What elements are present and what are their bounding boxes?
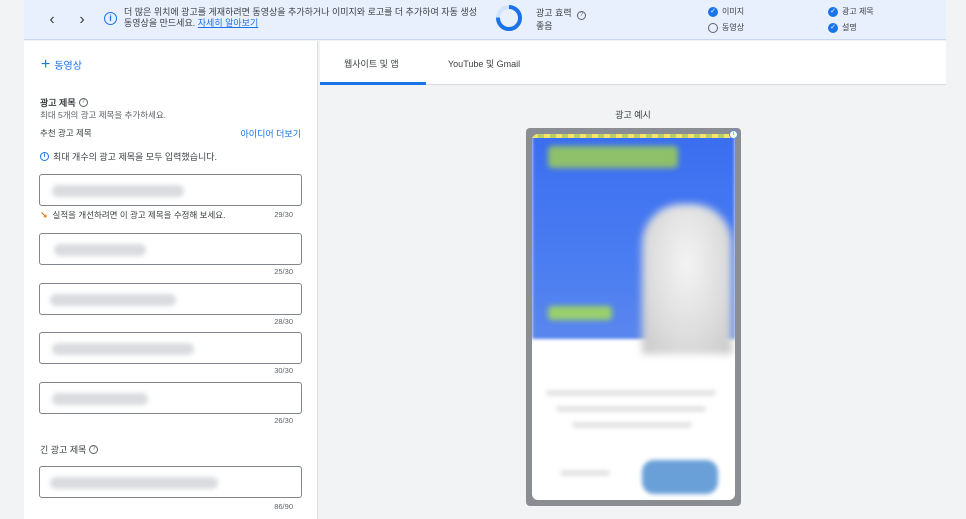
- recommended-headlines-label: 추천 광고 제목: [40, 128, 92, 138]
- help-icon[interactable]: ?: [78, 98, 88, 107]
- long-headline-value: [50, 477, 218, 489]
- ad-preview-label: 광고 예시: [615, 110, 651, 120]
- headlines-hint: 최대 5개의 광고 제목을 추가하세요.: [40, 110, 167, 120]
- banner-text: 더 많은 위치에 광고를 게재하려면 동영상을 추가하거나 이미지와 로고를 더…: [124, 7, 477, 28]
- long-headline-title: 긴 광고 제목 ?: [40, 443, 99, 456]
- active-tab-indicator: [320, 82, 426, 85]
- headline-value: [50, 294, 176, 306]
- ad-text-line: [560, 470, 610, 476]
- ad-hero-subline: [548, 306, 612, 320]
- learn-more-link[interactable]: 자세히 알아보기: [198, 18, 258, 28]
- ad-hero-stripe: [532, 134, 735, 138]
- checklist-headlines: ✓ 광고 제목: [828, 6, 874, 17]
- headline-value: [52, 393, 148, 405]
- ad-strength-label: 광고 효력 ?: [536, 6, 587, 20]
- tab-websites-apps[interactable]: 웹사이트 및 앱: [344, 57, 399, 70]
- char-counter: 29/30: [274, 210, 293, 219]
- ad-preview-content: [532, 134, 735, 500]
- chevron-left-icon[interactable]: ‹: [42, 10, 62, 30]
- preview-tabs: 웹사이트 및 앱 YouTube 및 Gmail: [320, 41, 946, 85]
- banner-message: 더 많은 위치에 광고를 게재하려면 동영상을 추가하거나 이미지와 로고를 더…: [124, 7, 484, 29]
- check-circle-icon: ✓: [708, 6, 718, 17]
- help-icon[interactable]: ?: [577, 11, 587, 20]
- trending-down-icon: ↘: [40, 209, 48, 220]
- chevron-right-icon[interactable]: ›: [72, 10, 92, 30]
- check-circle-icon: ✓: [828, 22, 838, 33]
- tab-youtube-gmail[interactable]: YouTube 및 Gmail: [448, 57, 520, 70]
- ad-text-line: [546, 390, 716, 396]
- check-circle-icon: ✓: [828, 6, 838, 17]
- char-counter: 28/30: [274, 317, 293, 326]
- checklist-descriptions: ✓ 설명: [828, 22, 857, 33]
- ad-preview-area: 광고 예시 i: [320, 86, 946, 519]
- headline-warning-text: 실적을 개선하려면 이 광고 제목을 수정해 보세요.: [52, 210, 226, 220]
- ad-strength-label-text: 광고 효력: [536, 8, 572, 18]
- headline-warning: ↘ 실적을 개선하려면 이 광고 제목을 수정해 보세요.: [40, 209, 225, 221]
- ad-text-line: [572, 422, 692, 428]
- headline-input[interactable]: [39, 382, 302, 414]
- info-icon: i: [40, 152, 49, 161]
- ad-cta-button: [642, 460, 718, 494]
- checklist-label: 설명: [842, 23, 857, 32]
- empty-circle-icon: [708, 22, 718, 33]
- plus-icon: +: [41, 55, 51, 73]
- ad-strength-ring: [496, 5, 522, 31]
- checklist-images: ✓ 이미지: [708, 6, 744, 17]
- char-counter: 26/30: [274, 416, 293, 425]
- long-headline-input[interactable]: [39, 466, 302, 498]
- headline-input[interactable]: [39, 174, 302, 206]
- headlines-title: 광고 제목 ?: [40, 96, 88, 109]
- checklist-label: 광고 제목: [842, 7, 874, 16]
- help-icon[interactable]: ?: [89, 445, 99, 454]
- checklist-label: 이미지: [722, 7, 745, 16]
- headline-value: [54, 244, 146, 256]
- asset-editor-panel: + 동영상 광고 제목 ? 최대 5개의 광고 제목을 추가하세요. 추천 광고…: [24, 41, 318, 519]
- ad-strength-value: 좋음: [536, 21, 553, 31]
- headline-value: [52, 343, 194, 355]
- headlines-title-text: 광고 제목: [40, 98, 76, 108]
- ad-text-line: [556, 406, 706, 412]
- max-headlines-info: i 최대 개수의 광고 제목을 모두 입력했습니다.: [40, 150, 217, 163]
- ad-choices-icon[interactable]: i: [729, 130, 738, 139]
- ad-hero-headline: [548, 146, 678, 168]
- headline-input[interactable]: [39, 283, 302, 315]
- max-headlines-text: 최대 개수의 광고 제목을 모두 입력했습니다.: [53, 152, 218, 162]
- more-ideas-link[interactable]: 아이디어 더보기: [241, 127, 301, 140]
- char-counter: 25/30: [274, 267, 293, 276]
- headline-input[interactable]: [39, 332, 302, 364]
- headline-input[interactable]: [39, 233, 302, 265]
- ad-preview-frame: [526, 128, 741, 506]
- add-video-label: 동영상: [54, 61, 82, 72]
- checklist-label: 동영상: [722, 23, 745, 32]
- long-headline-title-text: 긴 광고 제목: [40, 445, 87, 455]
- char-counter: 86/90: [274, 502, 293, 511]
- checklist-video: 동영상: [708, 22, 744, 33]
- ad-hero-person: [642, 204, 732, 354]
- ad-strength-banner: ‹ › i 더 많은 위치에 광고를 게재하려면 동영상을 추가하거나 이미지와…: [24, 0, 946, 40]
- info-icon: i: [104, 12, 117, 25]
- add-video-button[interactable]: + 동영상: [41, 55, 82, 73]
- char-counter: 30/30: [274, 366, 293, 375]
- headline-value: [52, 185, 184, 197]
